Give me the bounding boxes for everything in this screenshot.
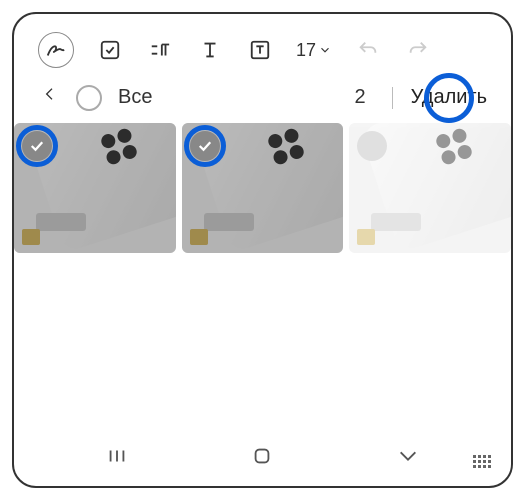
image-gallery [14, 123, 511, 253]
font-size-value: 17 [296, 40, 316, 61]
navigation-bar [14, 426, 511, 486]
checkmark-icon[interactable] [22, 131, 52, 161]
back-button[interactable] [42, 82, 58, 113]
select-all-checkbox[interactable] [76, 85, 102, 111]
selection-count: 2 [355, 86, 366, 109]
editor-toolbar: 17 [14, 14, 511, 76]
text-format-button[interactable] [146, 36, 174, 64]
font-size-dropdown[interactable]: 17 [296, 40, 332, 61]
text-style-button[interactable] [196, 36, 224, 64]
selection-bar: Все 2 Удалить [14, 76, 511, 123]
home-button[interactable] [242, 436, 282, 476]
select-all-label: Все [118, 86, 343, 109]
text-box-button[interactable] [246, 36, 274, 64]
gallery-item[interactable] [349, 123, 511, 253]
delete-label: Удалить [411, 86, 487, 108]
back-nav-button[interactable] [388, 436, 428, 476]
keyboard-icon[interactable] [473, 455, 491, 468]
pen-tool-button[interactable] [38, 32, 74, 68]
checkmark-icon[interactable] [190, 131, 220, 161]
redo-button[interactable] [404, 36, 432, 64]
recents-button[interactable] [97, 436, 137, 476]
gallery-item[interactable] [182, 123, 344, 253]
checkbox-tool-button[interactable] [96, 36, 124, 64]
divider [392, 87, 393, 109]
undo-button[interactable] [354, 36, 382, 64]
delete-button[interactable]: Удалить [411, 86, 487, 109]
gallery-item[interactable] [14, 123, 176, 253]
